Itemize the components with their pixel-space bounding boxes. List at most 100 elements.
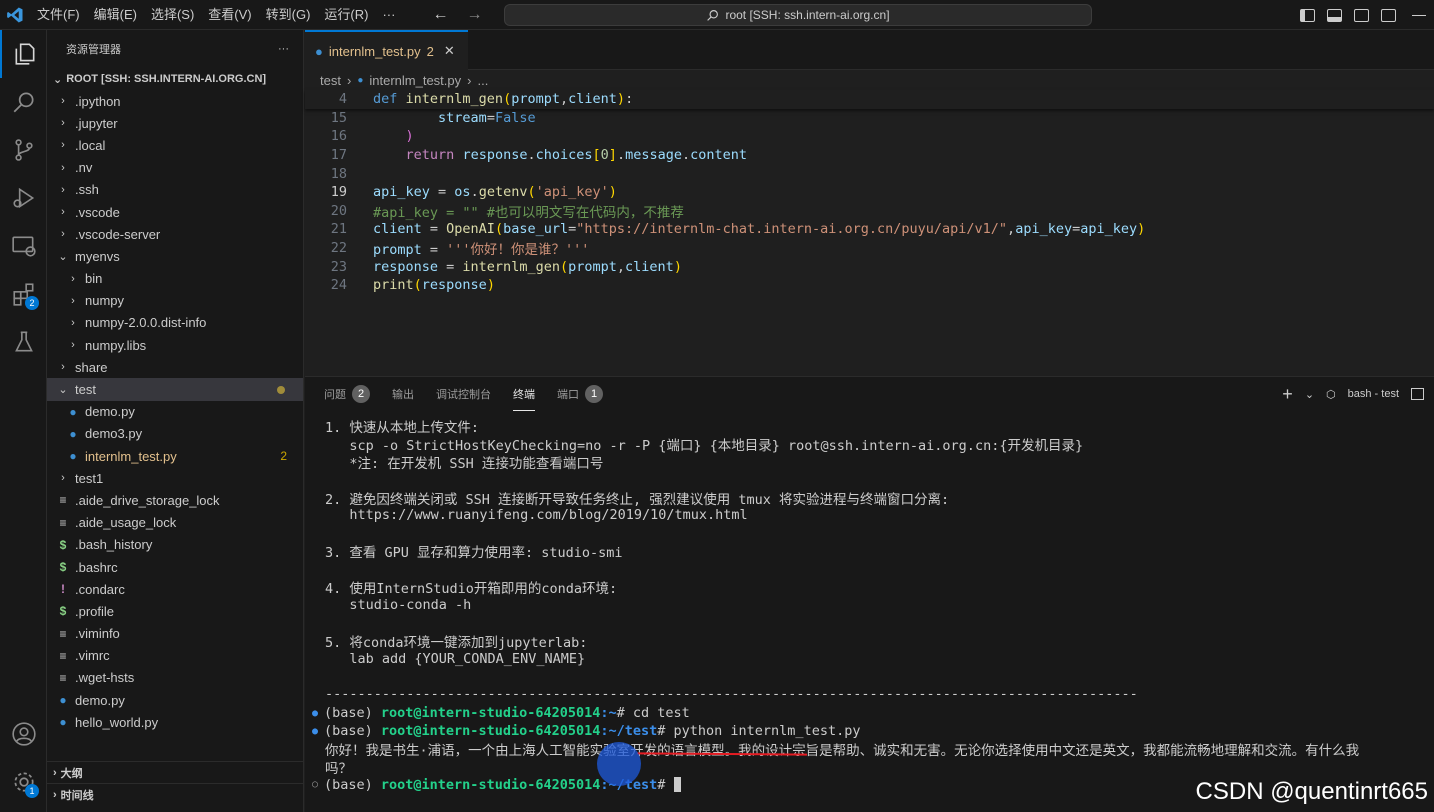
watermark: CSDN @quentinrt665: [1195, 778, 1428, 805]
python-file-icon: ●: [69, 449, 77, 464]
tree-item[interactable]: › share: [47, 356, 303, 378]
menu-go[interactable]: 转到(G): [259, 0, 318, 30]
tree-item[interactable]: ≡ .wget-hsts: [47, 667, 303, 689]
tree-item[interactable]: ≡ .aide_drive_storage_lock: [47, 489, 303, 511]
tree-item[interactable]: ⌄ myenvs: [47, 245, 303, 267]
text-file-icon: ≡: [59, 493, 67, 508]
workspace-root[interactable]: ⌄ ROOT [SSH: SSH.INTERN-AI.ORG.CN]: [47, 68, 303, 90]
source-control-icon[interactable]: [0, 126, 47, 174]
split-terminal-icon[interactable]: [1411, 388, 1424, 400]
toggle-panel-icon[interactable]: [1327, 8, 1342, 22]
menu-selection[interactable]: 选择(S): [144, 0, 201, 30]
tab-terminal[interactable]: 终端: [513, 377, 535, 411]
toggle-primary-sidebar-icon[interactable]: [1300, 8, 1315, 22]
terminal-line: *注: 在开发机 SSH 连接功能查看端口号: [305, 453, 1434, 472]
explorer-more-button[interactable]: ···: [278, 43, 289, 55]
editor-tabs: ● internlm_test.py 2 ✕: [305, 30, 1434, 70]
chevron-right-icon: ›: [61, 161, 65, 174]
toggle-secondary-sidebar-icon[interactable]: [1354, 8, 1369, 22]
tree-item[interactable]: › numpy.libs: [47, 334, 303, 356]
remote-explorer-icon[interactable]: [0, 222, 47, 270]
code-editor[interactable]: 4 def internlm_gen(prompt,client): 15 stre…: [305, 90, 1434, 375]
tree-item[interactable]: ● demo3.py: [47, 423, 303, 445]
bottom-panel: 问题 2 输出 调试控制台 终端 端口 1 + ⌄ ⬡ bash - test …: [305, 376, 1434, 812]
minimize-icon[interactable]: [1412, 14, 1426, 16]
terminal-output[interactable]: 1. 快速从本地上传文件: scp -o StrictHostKeyChecki…: [305, 417, 1434, 794]
terminal-line: https://www.ruanyifeng.com/blog/2019/10/…: [305, 506, 1434, 524]
menu-edit[interactable]: 编辑(E): [87, 0, 144, 30]
tree-item[interactable]: ⌄ test: [47, 378, 303, 401]
tree-item[interactable]: $ .bash_history: [47, 534, 303, 556]
tree-item[interactable]: ● demo.py: [47, 401, 303, 423]
line-number: 4: [338, 91, 347, 108]
tree-item[interactable]: › .ipython: [47, 90, 303, 112]
breadcrumb-folder[interactable]: test: [320, 73, 341, 88]
chevron-right-icon: ›: [61, 472, 65, 485]
menu-run[interactable]: 运行(R): [317, 0, 375, 30]
tree-item[interactable]: › numpy: [47, 290, 303, 312]
timeline-section[interactable]: › 时间线: [47, 783, 304, 805]
menu-file[interactable]: 文件(F): [30, 0, 87, 30]
code-text: client = OpenAI(base_url="https://intern…: [373, 221, 1146, 238]
breadcrumb-file[interactable]: internlm_test.py: [369, 73, 461, 88]
tab-problems[interactable]: 问题 2: [324, 377, 370, 411]
tree-item[interactable]: ● demo.py: [47, 689, 303, 711]
extensions-icon[interactable]: 2: [0, 270, 47, 318]
tab-debug-console[interactable]: 调试控制台: [436, 377, 491, 411]
tree-item[interactable]: › .jupyter: [47, 112, 303, 134]
testing-icon[interactable]: [0, 318, 47, 366]
accounts-icon[interactable]: [0, 710, 47, 758]
terminal-line-text: https://www.ruanyifeng.com/blog/2019/10/…: [325, 507, 748, 524]
tree-item[interactable]: ● internlm_test.py 2: [47, 445, 303, 467]
tree-item[interactable]: $ .profile: [47, 600, 303, 622]
customize-layout-icon[interactable]: [1381, 8, 1396, 22]
code-line: 18: [305, 164, 1434, 183]
command-center[interactable]: root [SSH: ssh.intern-ai.org.cn]: [504, 4, 1092, 26]
tree-item[interactable]: › test1: [47, 467, 303, 489]
modified-dot-icon: [277, 385, 285, 394]
outline-section[interactable]: › 大纲: [47, 761, 304, 783]
tree-item-label: .local: [75, 137, 106, 153]
command-text: # python internlm_test.py: [657, 723, 861, 740]
tree-item[interactable]: › bin: [47, 268, 303, 290]
manage-gear-icon[interactable]: 1: [0, 758, 47, 806]
tree-item[interactable]: › .vscode: [47, 201, 303, 223]
run-debug-icon[interactable]: [0, 174, 47, 222]
tab-internlm-test[interactable]: ● internlm_test.py 2 ✕: [305, 30, 468, 70]
tree-item[interactable]: ≡ .vimrc: [47, 645, 303, 667]
terminal-name[interactable]: bash - test: [1348, 388, 1399, 400]
shell-file-icon: $: [59, 604, 67, 619]
tree-item-label: .bash_history: [75, 537, 153, 553]
chevron-down-icon[interactable]: ⌄: [1305, 388, 1314, 401]
tab-output[interactable]: 输出: [392, 377, 414, 411]
back-arrow-icon[interactable]: ←: [432, 6, 448, 24]
tree-item[interactable]: ≡ .viminfo: [47, 623, 303, 645]
tree-item[interactable]: › .nv: [47, 157, 303, 179]
tab-ports[interactable]: 端口 1: [557, 377, 603, 411]
code-text: prompt = '''你好！你是谁？''': [373, 242, 590, 259]
forward-arrow-icon[interactable]: →: [466, 6, 482, 24]
tree-item[interactable]: ● hello_world.py: [47, 711, 303, 733]
menu-more[interactable]: ···: [375, 0, 402, 30]
command-status-dot-icon: ●: [312, 725, 319, 737]
tree-item[interactable]: › .vscode-server: [47, 223, 303, 245]
chevron-down-icon: ⌄: [53, 73, 63, 86]
tree-item-label: demo3.py: [85, 426, 143, 442]
explorer-icon[interactable]: [0, 30, 47, 78]
tree-item-label: .ssh: [75, 182, 99, 198]
close-icon[interactable]: ✕: [444, 43, 455, 59]
breadcrumb-symbol[interactable]: ...: [477, 73, 488, 88]
terminal-cursor: [673, 777, 681, 793]
tree-item[interactable]: › .local: [47, 134, 303, 156]
tree-item[interactable]: ! .condarc: [47, 578, 303, 600]
terminal-line-text: 4. 使用InternStudio开箱即用的conda环境:: [325, 580, 618, 597]
menu-view[interactable]: 查看(V): [201, 0, 258, 30]
tree-item[interactable]: $ .bashrc: [47, 556, 303, 578]
new-terminal-plus-icon[interactable]: +: [1282, 384, 1293, 405]
search-view-icon[interactable]: [0, 78, 47, 126]
tree-item[interactable]: ≡ .aide_usage_lock: [47, 512, 303, 534]
tree-item[interactable]: › .ssh: [47, 179, 303, 201]
python-file-icon: ●: [357, 74, 364, 86]
tree-item[interactable]: › numpy-2.0.0.dist-info: [47, 312, 303, 334]
